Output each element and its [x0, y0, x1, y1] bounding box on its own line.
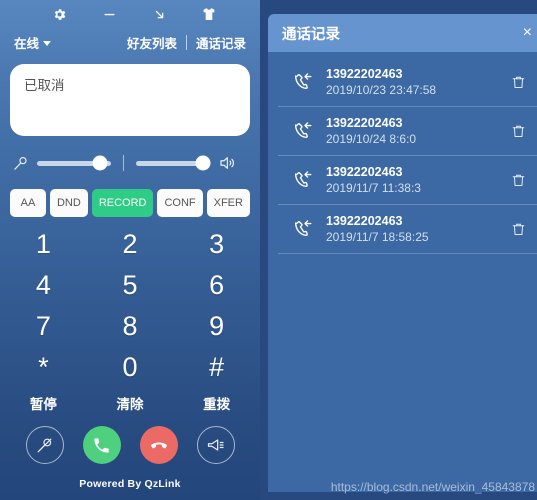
call-log-list: 13922202463 2019/10/23 23:47:58 13922202… — [268, 52, 537, 254]
call-log-number: 13922202463 — [326, 116, 403, 130]
hangup-button[interactable] — [139, 426, 178, 464]
window-titlebar — [0, 0, 260, 28]
close-icon[interactable]: × — [523, 24, 534, 42]
chevron-down-icon — [43, 40, 52, 46]
incoming-call-icon — [292, 218, 314, 240]
presence-status-label: 在线 — [14, 36, 40, 51]
incoming-call-icon — [292, 71, 314, 93]
answer-call-button[interactable] — [82, 426, 121, 464]
dialpad-key-3[interactable]: 3 — [173, 224, 260, 265]
call-log-time: 2019/10/23 23:47:58 — [326, 83, 437, 97]
call-log-text: 13922202463 2019/11/7 11:38:3 — [326, 164, 511, 196]
slider-divider — [123, 155, 124, 171]
call-log-time: 2019/10/24 8:6:0 — [326, 132, 417, 146]
call-log-text: 13922202463 2019/10/24 8:6:0 — [326, 115, 511, 147]
call-log-number: 13922202463 — [326, 67, 403, 81]
mute-button[interactable] — [25, 426, 64, 464]
redial-button[interactable]: 重拨 — [173, 392, 260, 414]
dialpad-key-9[interactable]: 9 — [173, 306, 260, 347]
dialpad-key-6[interactable]: 6 — [173, 265, 260, 306]
dialpad-key-4[interactable]: 4 — [0, 265, 87, 306]
powered-by-footer: Powered By QzLink — [79, 478, 181, 490]
call-status-text: 已取消 — [24, 78, 65, 93]
nav-divider — [185, 34, 187, 50]
pause-button[interactable]: 暂停 — [0, 392, 87, 414]
dialpad-key-7[interactable]: 7 — [0, 306, 87, 347]
delete-icon[interactable] — [511, 173, 526, 188]
call-log-time: 2019/11/7 18:58:25 — [326, 230, 429, 244]
delete-icon[interactable] — [511, 222, 526, 237]
dialpad-key-8[interactable]: 8 — [87, 306, 174, 347]
dialpad-key-star[interactable]: * — [0, 347, 87, 388]
speaker-button[interactable] — [196, 426, 235, 464]
record-button[interactable]: RECORD — [91, 189, 154, 217]
aa-button[interactable]: AA — [10, 189, 46, 217]
nav-contacts[interactable]: 好友列表 — [127, 33, 177, 52]
clear-button[interactable]: 清除 — [87, 392, 174, 414]
call-log-panel: 通话记录 × 13922202463 2019/10/23 23:47:58 1… — [268, 14, 537, 492]
call-log-text: 13922202463 2019/10/23 23:47:58 — [326, 66, 511, 98]
delete-icon[interactable] — [511, 124, 526, 139]
speaker-volume-slider[interactable] — [136, 152, 211, 174]
status-row: 在线 好友列表 通话记录 — [0, 28, 260, 56]
minimize-icon[interactable] — [97, 3, 121, 25]
call-log-number: 13922202463 — [326, 165, 403, 179]
dialpad-key-1[interactable]: 1 — [0, 224, 87, 265]
call-log-number: 13922202463 — [326, 214, 403, 228]
slider-knob[interactable] — [195, 155, 211, 171]
microphone-volume-slider[interactable] — [37, 152, 111, 174]
delete-icon[interactable] — [511, 75, 526, 90]
speaker-icon — [218, 154, 236, 172]
call-log-row[interactable]: 13922202463 2019/10/24 8:6:0 — [278, 107, 537, 156]
call-log-title: 通话记录 — [282, 26, 340, 43]
dialpad-key-0[interactable]: 0 — [87, 347, 174, 388]
slider-knob[interactable] — [92, 155, 108, 171]
call-log-header: 通话记录 × — [268, 14, 537, 52]
call-status-display[interactable]: 已取消 — [10, 64, 250, 136]
conf-button[interactable]: CONF — [157, 189, 203, 217]
call-log-text: 13922202463 2019/11/7 18:58:25 — [326, 213, 511, 245]
presence-status-dropdown[interactable]: 在线 — [14, 33, 52, 52]
collapse-arrow-icon[interactable] — [147, 3, 171, 25]
incoming-call-icon — [292, 169, 314, 191]
incoming-call-icon — [292, 120, 314, 142]
dnd-button[interactable]: DND — [49, 189, 88, 217]
call-log-row[interactable]: 13922202463 2019/11/7 11:38:3 — [278, 156, 537, 205]
call-actions-row — [0, 426, 260, 464]
dialpad-key-2[interactable]: 2 — [87, 224, 174, 265]
dialpad-key-hash[interactable]: # — [173, 347, 260, 388]
call-log-time: 2019/11/7 11:38:3 — [326, 181, 421, 195]
nav-call-records[interactable]: 通话记录 — [196, 33, 246, 52]
dialpad-key-5[interactable]: 5 — [87, 265, 174, 306]
call-log-row[interactable]: 13922202463 2019/10/23 23:47:58 — [278, 58, 537, 107]
settings-gear-icon[interactable] — [47, 3, 71, 25]
theme-shirt-icon[interactable] — [197, 3, 221, 25]
dialpad: 1 2 3 4 5 6 7 8 9 * 0 # — [0, 224, 260, 388]
feature-buttons-row: AA DND RECORD CONF XFER — [0, 188, 260, 218]
dialpad-actions-row: 暂停 清除 重拨 — [0, 392, 260, 414]
volume-sliders-row — [0, 148, 260, 178]
softphone-window: 在线 好友列表 通话记录 已取消 AA DND RECORD CONF XFER… — [0, 0, 260, 500]
xfer-button[interactable]: XFER — [206, 189, 250, 217]
call-log-row[interactable]: 13922202463 2019/11/7 18:58:25 — [278, 205, 537, 254]
microphone-icon — [12, 155, 29, 172]
